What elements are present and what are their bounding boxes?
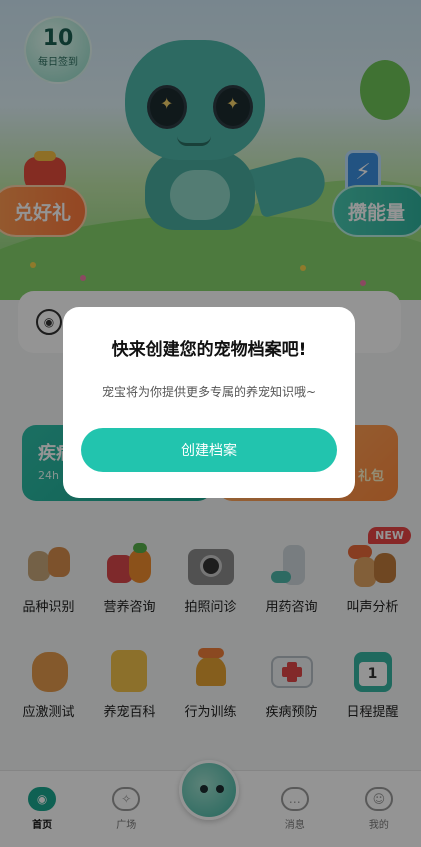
create-profile-dialog: 快来创建您的宠物档案吧! 宠宝将为你提供更多专属的养宠知识哦~ 创建档案 [63, 307, 355, 498]
dialog-title: 快来创建您的宠物档案吧! [111, 340, 307, 360]
create-profile-button[interactable]: 创建档案 [81, 428, 337, 472]
dialog-message: 宠宝将为你提供更多专属的养宠知识哦~ [101, 385, 317, 399]
